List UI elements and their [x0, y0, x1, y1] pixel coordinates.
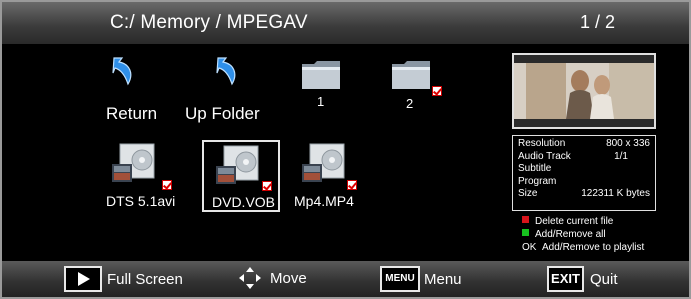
file-dts-label: DTS 5.1avi — [106, 193, 176, 209]
exit-key-button[interactable]: EXIT — [547, 266, 584, 292]
folder-2-label: 2 — [406, 96, 414, 111]
page-indicator: 1 / 2 — [580, 12, 616, 32]
legend-delete-text: Delete current file — [535, 216, 614, 227]
red-key-icon — [522, 216, 529, 223]
play-icon — [78, 272, 90, 286]
title-bar: C:/ Memory / MPEGAV 1 / 2 — [2, 2, 689, 44]
legend-add-all: Add/Remove all — [522, 229, 606, 240]
folder-item-1[interactable]: 1 — [300, 58, 350, 110]
info-audio-value: 1/1 — [614, 150, 628, 162]
return-label: Return — [106, 104, 158, 123]
folder-item-2[interactable]: 2 — [390, 58, 450, 111]
ok-key-label: OK — [522, 242, 537, 253]
media-browser-screen: C:/ Memory / MPEGAV 1 / 2 Return Up Fold… — [0, 0, 691, 299]
info-resolution-label: Resolution — [518, 138, 566, 149]
video-file-icon — [216, 145, 259, 184]
menu-key-button[interactable]: MENU — [380, 266, 420, 292]
file-item-dts[interactable]: DTS 5.1avi — [106, 142, 186, 212]
info-size-label: Size — [518, 188, 538, 199]
file-item-mp4[interactable]: Mp4.MP4 — [294, 142, 374, 212]
return-arrow-icon — [112, 57, 132, 86]
fullscreen-label: Full Screen — [107, 271, 183, 288]
info-audio-row: Audio Track 1/1 — [518, 151, 650, 164]
info-subtitle-label: Subtitle — [518, 163, 552, 174]
up-folder-label: Up Folder — [185, 104, 260, 123]
checkbox-checked-icon[interactable] — [432, 86, 442, 96]
media-info-panel: Resolution 800 x 336 Audio Track 1/1 Sub… — [512, 135, 656, 211]
folder-icon — [302, 61, 340, 89]
menu-label: Menu — [424, 271, 462, 288]
info-size-row: Size 122311 K bytes — [518, 188, 650, 201]
quit-label: Quit — [590, 271, 618, 288]
info-subtitle-row: Subtitle — [518, 163, 650, 176]
footer-bar: Full Screen Move MENU Menu EXIT Quit — [2, 261, 689, 297]
info-audio-label: Audio Track — [518, 150, 571, 162]
legend-playlist-text: Add/Remove to playlist — [542, 242, 645, 253]
legend-add-all-text: Add/Remove all — [535, 229, 606, 240]
file-mp4-label: Mp4.MP4 — [294, 193, 354, 209]
file-item-dvd-selected[interactable]: DVD.VOB — [202, 140, 280, 212]
move-arrows-icon — [239, 267, 261, 289]
checkbox-checked-icon[interactable] — [162, 180, 172, 190]
info-size-value: 122311 K bytes — [581, 188, 650, 199]
info-resolution-row: Resolution 800 x 336 — [518, 138, 650, 151]
info-program-row: Program — [518, 176, 650, 189]
video-file-icon — [112, 143, 155, 182]
return-item[interactable]: Return — [102, 54, 172, 124]
info-resolution-value: 800 x 336 — [606, 138, 650, 149]
legend-playlist: OK Add/Remove to playlist — [522, 242, 644, 253]
checkbox-checked-icon[interactable] — [347, 180, 357, 190]
return-arrow-icon — [216, 57, 236, 86]
checkbox-checked-icon[interactable] — [262, 181, 272, 191]
play-key-button[interactable] — [64, 266, 102, 292]
folder-icon — [392, 61, 430, 89]
green-key-icon — [522, 229, 529, 236]
info-program-label: Program — [518, 175, 557, 187]
video-file-icon — [302, 143, 345, 182]
move-label: Move — [270, 270, 307, 287]
up-folder-item[interactable]: Up Folder — [182, 54, 282, 124]
preview-image — [514, 55, 654, 127]
legend-delete: Delete current file — [522, 216, 613, 227]
video-preview-thumbnail — [512, 53, 656, 129]
folder-1-label: 1 — [317, 94, 325, 109]
current-path: C:/ Memory / MPEGAV — [110, 12, 308, 33]
file-dvd-label: DVD.VOB — [212, 194, 276, 210]
